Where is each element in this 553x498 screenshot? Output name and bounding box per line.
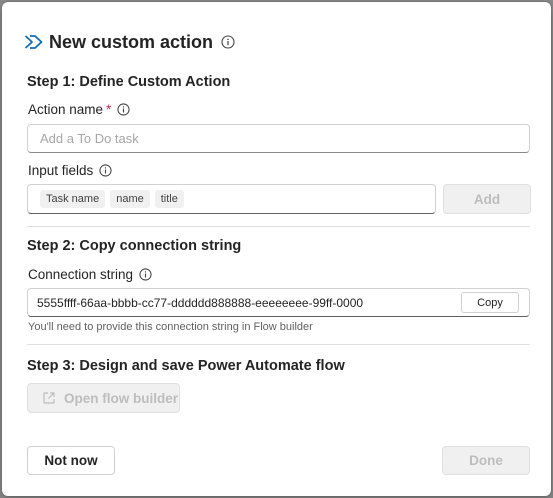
step1-heading: Step 1: Define Custom Action — [27, 74, 231, 90]
dialog-header: New custom action — [24, 30, 235, 54]
dialog-title: New custom action — [49, 31, 214, 52]
input-fields-label: Input fields — [28, 163, 112, 178]
divider — [27, 226, 530, 227]
add-field-button[interactable]: Add — [443, 184, 531, 214]
connection-string-label: Connection string — [28, 267, 152, 282]
done-button[interactable]: Done — [442, 446, 530, 475]
step2-heading: Step 2: Copy connection string — [27, 238, 242, 254]
input-fields-box[interactable]: Task name name title — [27, 184, 436, 214]
field-chip-task-name[interactable]: Task name — [40, 190, 106, 208]
not-now-button[interactable]: Not now — [27, 446, 115, 475]
open-external-icon — [42, 391, 56, 405]
connection-string-value[interactable]: 5555ffff-66aa-bbbb-cc77-dddddd888888-eee… — [37, 296, 529, 310]
open-flow-builder-button[interactable]: Open flow builder — [27, 383, 180, 413]
connection-string-label-text: Connection string — [28, 267, 134, 282]
action-name-label-text: Action name — [28, 102, 104, 117]
connection-helper-text: You'll need to provide this connection s… — [28, 321, 313, 333]
info-icon[interactable] — [221, 35, 235, 49]
info-icon[interactable] — [99, 164, 112, 177]
info-icon[interactable] — [139, 268, 152, 281]
open-flow-builder-label: Open flow builder — [64, 390, 178, 406]
field-chip-title[interactable]: title — [154, 190, 184, 208]
divider — [27, 344, 530, 345]
info-icon[interactable] — [117, 103, 130, 116]
action-name-input[interactable] — [27, 124, 530, 153]
action-name-label: Action name * — [28, 102, 130, 117]
power-automate-chevrons-icon — [24, 32, 44, 52]
step3-heading: Step 3: Design and save Power Automate f… — [27, 358, 345, 374]
field-chip-name[interactable]: name — [110, 190, 150, 208]
copy-button[interactable]: Copy — [461, 292, 519, 313]
connection-string-field[interactable]: 5555ffff-66aa-bbbb-cc77-dddddd888888-eee… — [27, 288, 530, 317]
new-custom-action-dialog: New custom action Step 1: Define Custom … — [2, 2, 551, 496]
input-fields-label-text: Input fields — [28, 163, 94, 178]
required-asterisk: * — [106, 102, 112, 117]
